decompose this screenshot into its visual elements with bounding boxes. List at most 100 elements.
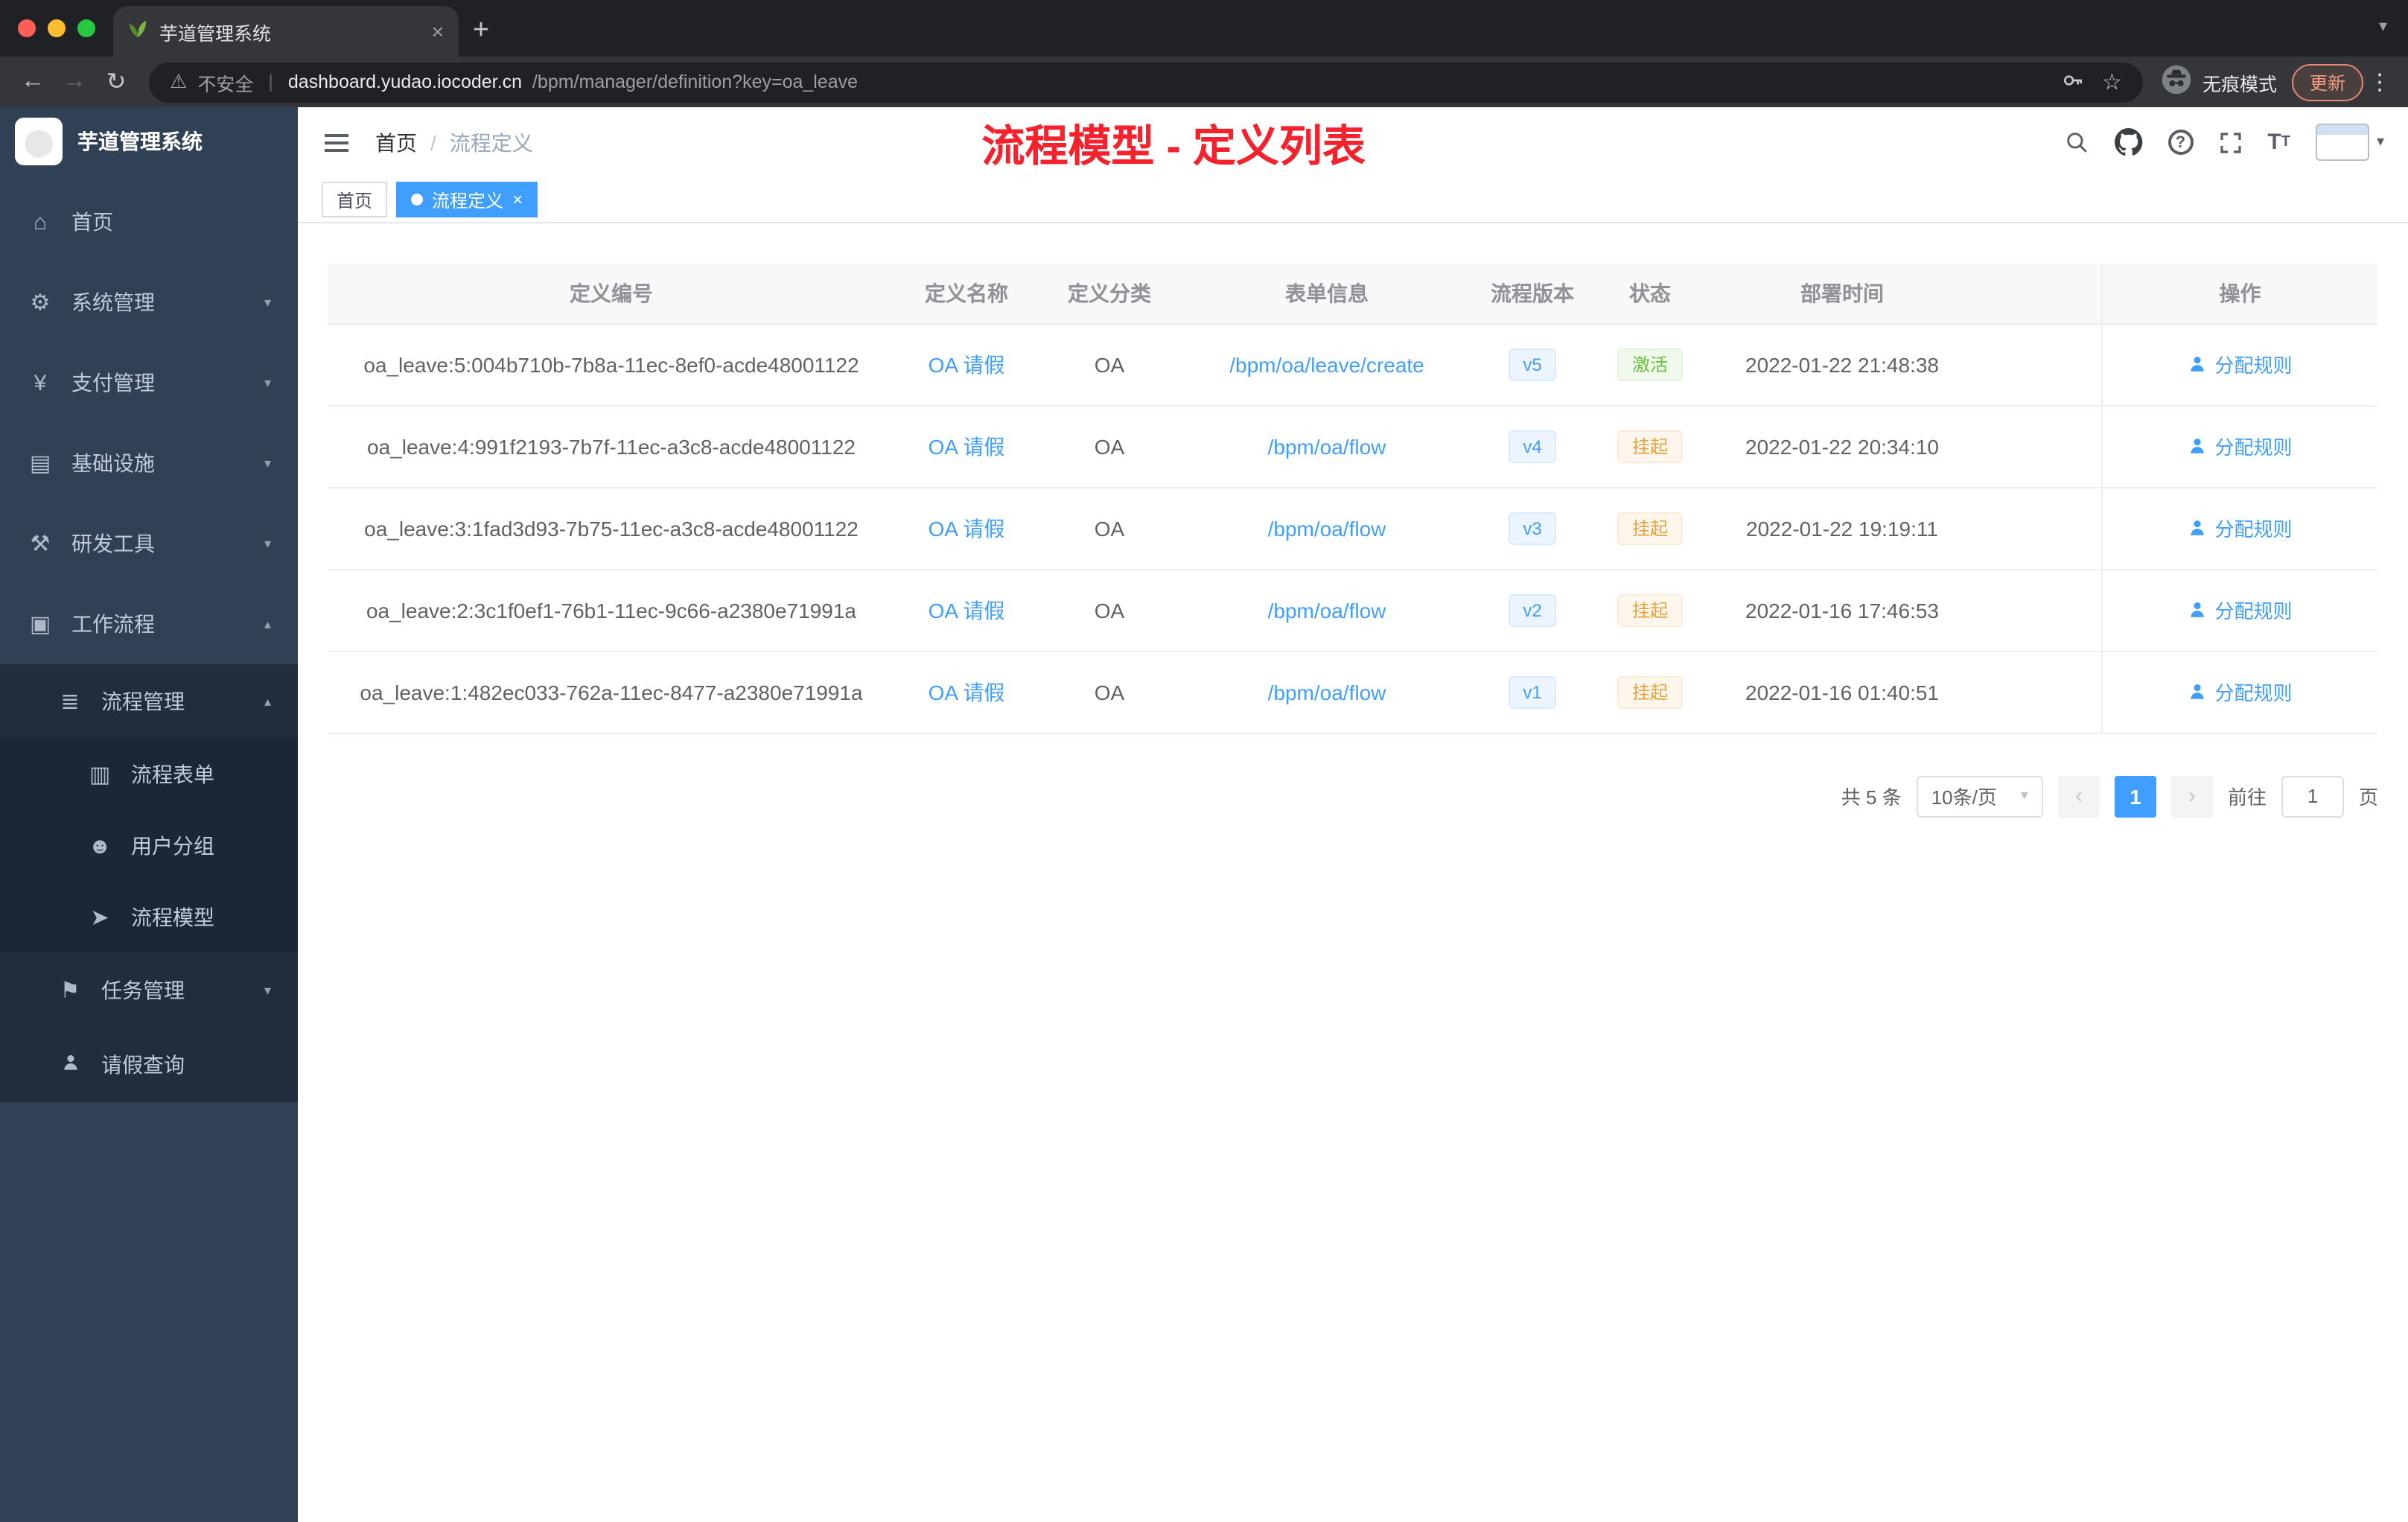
incognito-badge: 无痕模式 bbox=[2161, 64, 2277, 100]
sidebar-item-label: 支付管理 bbox=[71, 371, 155, 395]
back-button[interactable]: ← bbox=[12, 69, 54, 95]
forward-button[interactable]: → bbox=[54, 69, 95, 95]
tab-search-chevron-icon[interactable]: ▾ bbox=[2379, 16, 2387, 36]
definition-id: oa_leave:5:004b710b-7b8a-11ec-8ef0-acde4… bbox=[328, 323, 895, 406]
status-badge: 挂起 bbox=[1617, 512, 1683, 544]
github-icon[interactable] bbox=[2114, 128, 2142, 156]
next-page-button[interactable]: › bbox=[2170, 775, 2213, 817]
form-icon: ▥ bbox=[89, 762, 111, 788]
close-window-button[interactable] bbox=[18, 19, 36, 37]
breadcrumb-home[interactable]: 首页 bbox=[375, 127, 417, 157]
assign-rule-button[interactable]: 分配规则 bbox=[2188, 596, 2293, 624]
active-tag-dot bbox=[411, 194, 424, 206]
sidebar-item-infra[interactable]: ▤ 基础设施 ▾ bbox=[0, 423, 298, 503]
sidebar-item-label: 流程模型 bbox=[131, 905, 214, 929]
maximize-window-button[interactable] bbox=[77, 19, 95, 37]
chevron-down-icon: ▾ bbox=[264, 982, 271, 997]
bookmark-star-icon[interactable]: ☆ bbox=[2102, 69, 2122, 95]
app-logo-row[interactable]: 芋道管理系统 bbox=[0, 107, 298, 176]
form-link[interactable]: /bpm/oa/flow bbox=[1268, 516, 1386, 540]
deploy-time: 2022-01-22 19:19:11 bbox=[1708, 487, 1976, 570]
paper-plane-icon: ➤ bbox=[90, 905, 109, 931]
sidebar-item-leave-query[interactable]: 请假查询 bbox=[0, 1028, 298, 1102]
tab-close-icon[interactable]: × bbox=[432, 19, 444, 43]
home-icon: ⌂ bbox=[33, 209, 48, 235]
sidebar-collapse-icon[interactable] bbox=[322, 127, 351, 157]
definition-category: OA bbox=[1038, 323, 1181, 406]
definition-id: oa_leave:1:482ec033-762a-11ec-8477-a2380… bbox=[328, 651, 895, 733]
assign-rule-button[interactable]: 分配规则 bbox=[2188, 350, 2293, 378]
version-tag: v2 bbox=[1508, 593, 1557, 626]
password-key-icon[interactable] bbox=[2060, 68, 2084, 96]
deploy-time: 2022-01-16 01:40:51 bbox=[1708, 651, 1976, 733]
breadcrumb-current: 流程定义 bbox=[449, 130, 533, 154]
assign-rule-button[interactable]: 分配规则 bbox=[2188, 432, 2293, 460]
tag-home[interactable]: 首页 bbox=[322, 182, 388, 217]
sidebar-item-workflow[interactable]: ▣ 工作流程 ▴ bbox=[0, 584, 298, 664]
monitor-icon: ▤ bbox=[29, 451, 51, 477]
deploy-time: 2022-01-22 20:34:10 bbox=[1708, 405, 1976, 488]
sidebar-item-home[interactable]: ⌂ 首页 bbox=[0, 182, 298, 262]
sidebar-item-task-mgmt[interactable]: ⚑ 任务管理 ▾ bbox=[0, 953, 298, 1028]
browser-menu-icon[interactable]: ⋮ bbox=[2363, 69, 2396, 95]
col-definition-id: 定义编号 bbox=[328, 264, 895, 324]
page-size-select[interactable]: 10条/页 ▾ bbox=[1916, 775, 2043, 817]
chevron-up-icon: ▴ bbox=[264, 616, 271, 631]
help-icon[interactable]: ? bbox=[2167, 130, 2194, 155]
tag-process-definition[interactable]: 流程定义 × bbox=[396, 182, 538, 217]
assign-rule-button[interactable]: 分配规则 bbox=[2188, 514, 2293, 542]
sidebar-item-user-group[interactable]: ☻ 用户分组 bbox=[0, 810, 298, 882]
table-row: oa_leave:4:991f2193-7b7f-11ec-a3c8-acde4… bbox=[328, 405, 2378, 488]
reload-button[interactable]: ↻ bbox=[95, 67, 137, 97]
browser-tab-strip: 芋道管理系统 × + ▾ bbox=[0, 0, 2408, 57]
fullscreen-icon[interactable] bbox=[2218, 130, 2242, 154]
security-label: 不安全 bbox=[197, 74, 254, 95]
form-link[interactable]: /bpm/oa/flow bbox=[1268, 680, 1386, 704]
gear-icon: ⚙ bbox=[30, 290, 51, 316]
definition-name-link[interactable]: OA 请假 bbox=[929, 680, 1005, 704]
new-tab-button[interactable]: + bbox=[459, 9, 503, 54]
version-tag: v3 bbox=[1508, 512, 1557, 544]
sidebar-item-payment[interactable]: ¥ 支付管理 ▾ bbox=[0, 343, 298, 423]
definition-name-link[interactable]: OA 请假 bbox=[929, 434, 1005, 458]
user-avatar-menu[interactable]: ▾ bbox=[2315, 124, 2384, 161]
browser-tab[interactable]: 芋道管理系统 × bbox=[113, 6, 459, 57]
sidebar-item-devtools[interactable]: ⚒ 研发工具 ▾ bbox=[0, 503, 298, 584]
breadcrumb-separator: / bbox=[430, 130, 436, 154]
sidebar-item-system[interactable]: ⚙ 系统管理 ▾ bbox=[0, 262, 298, 343]
address-bar[interactable]: ⚠ 不安全 | dashboard.yudao.iocoder.cn/bpm/m… bbox=[149, 62, 2143, 102]
form-link[interactable]: /bpm/oa/leave/create bbox=[1229, 352, 1424, 376]
definition-table: 定义编号 定义名称 定义分类 表单信息 流程版本 状态 部署时间 操作 oa_l… bbox=[328, 264, 2378, 733]
definition-name-link[interactable]: OA 请假 bbox=[929, 598, 1005, 622]
sidebar-item-label: 系统管理 bbox=[71, 290, 155, 314]
yen-icon: ¥ bbox=[34, 370, 47, 395]
prev-page-button[interactable]: ‹ bbox=[2057, 775, 2100, 817]
definition-name-link[interactable]: OA 请假 bbox=[929, 352, 1005, 376]
table-row: oa_leave:5:004b710b-7b8a-11ec-8ef0-acde4… bbox=[328, 323, 2378, 406]
browser-update-button[interactable]: 更新 bbox=[2291, 63, 2363, 101]
definition-id: oa_leave:3:1fad3d93-7b75-11ec-a3c8-acde4… bbox=[328, 487, 895, 570]
assign-rule-button[interactable]: 分配规则 bbox=[2188, 678, 2293, 706]
font-size-icon[interactable]: TT bbox=[2267, 130, 2290, 155]
sidebar-item-process-form[interactable]: ▥ 流程表单 bbox=[0, 739, 298, 810]
chevron-down-icon: ▾ bbox=[264, 455, 271, 470]
tag-close-icon[interactable]: × bbox=[512, 191, 523, 208]
definition-category: OA bbox=[1038, 405, 1181, 488]
definition-name-link[interactable]: OA 请假 bbox=[929, 516, 1005, 540]
breadcrumb: 首页 / 流程定义 bbox=[375, 127, 533, 157]
goto-label: 前往 bbox=[2227, 786, 2267, 809]
definition-category: OA bbox=[1038, 487, 1181, 570]
incognito-label: 无痕模式 bbox=[2202, 74, 2277, 95]
form-link[interactable]: /bpm/oa/flow bbox=[1268, 598, 1386, 622]
sidebar-item-process-mgmt[interactable]: ≣ 流程管理 ▴ bbox=[0, 664, 298, 739]
minimize-window-button[interactable] bbox=[48, 19, 66, 37]
goto-page-input[interactable] bbox=[2281, 775, 2344, 817]
search-icon[interactable] bbox=[2063, 130, 2089, 155]
sidebar-item-label: 首页 bbox=[71, 210, 113, 234]
sidebar-item-process-model[interactable]: ➤ 流程模型 bbox=[0, 882, 298, 953]
form-link[interactable]: /bpm/oa/flow bbox=[1268, 434, 1386, 458]
page-number-button[interactable]: 1 bbox=[2114, 775, 2156, 817]
users-icon: ☻ bbox=[88, 833, 112, 859]
chevron-down-icon: ▾ bbox=[264, 375, 271, 389]
status-badge: 挂起 bbox=[1617, 675, 1683, 708]
